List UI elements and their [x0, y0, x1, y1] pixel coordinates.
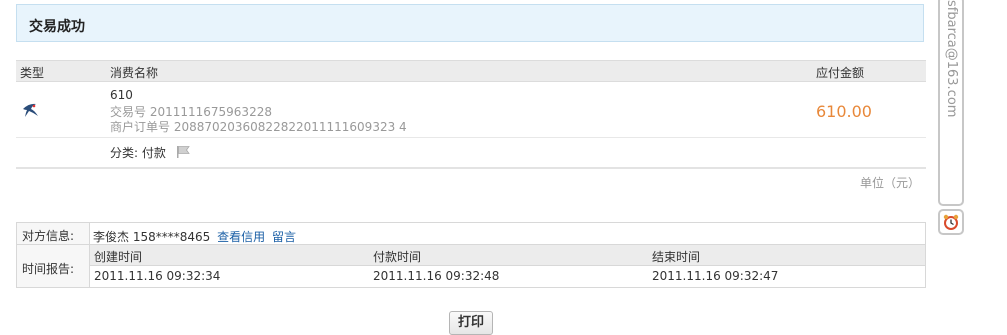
print-button[interactable]: 打印	[449, 311, 493, 335]
order-number: 商户订单号 20887020360822822011111609323 4	[110, 120, 407, 134]
page-title: 交易成功	[29, 19, 85, 35]
party-value: 李俊杰 158****8465	[93, 230, 211, 244]
created-time-value: 2011.11.16 09:32:34	[94, 269, 221, 283]
unit-note: 单位（元）	[860, 176, 921, 190]
header-type: 类型	[20, 66, 45, 80]
alarm-clock-icon	[943, 214, 959, 230]
header-name: 消费名称	[110, 66, 159, 80]
end-time-header: 结束时间	[652, 250, 701, 264]
amount-value: 610.00	[816, 102, 872, 121]
category-row: 分类: 付款	[16, 139, 926, 169]
category-label: 分类: 付款	[110, 146, 166, 160]
time-value-row: 2011.11.16 09:32:34 2011.11.16 09:32:48 …	[90, 266, 925, 286]
party-label: 对方信息:	[22, 229, 75, 243]
time-header-row: 创建时间 付款时间 结束时间	[90, 245, 925, 266]
side-alarm-widget[interactable]	[938, 209, 964, 235]
info-table: 对方信息: 时间报告: 李俊杰 158****8465 查看信用 留言 创建时间…	[16, 222, 926, 288]
bird-logo-icon	[23, 103, 38, 117]
end-time-value: 2011.11.16 09:32:47	[652, 269, 779, 283]
side-email-text: sfbarca@163.com	[944, 0, 959, 118]
table-header: 类型 消费名称 应付金额	[16, 60, 926, 82]
leave-message-link[interactable]: 留言	[272, 230, 296, 244]
party-info: 李俊杰 158****8465 查看信用 留言	[93, 228, 296, 245]
paid-time-header: 付款时间	[373, 250, 422, 264]
label-column: 对方信息: 时间报告:	[17, 223, 90, 287]
view-credit-link[interactable]: 查看信用	[217, 230, 265, 244]
time-label: 时间报告:	[22, 262, 75, 276]
header-amount: 应付金额	[816, 66, 865, 80]
flag-icon[interactable]	[176, 145, 192, 159]
created-time-header: 创建时间	[94, 250, 143, 264]
paid-time-value: 2011.11.16 09:32:48	[373, 269, 500, 283]
status-banner: 交易成功	[16, 4, 924, 42]
item-name: 610	[110, 88, 133, 102]
table-row: 610 交易号 2011111675963228 商户订单号 208870203…	[16, 84, 926, 138]
side-email-widget[interactable]: sfbarca@163.com	[938, 0, 964, 206]
